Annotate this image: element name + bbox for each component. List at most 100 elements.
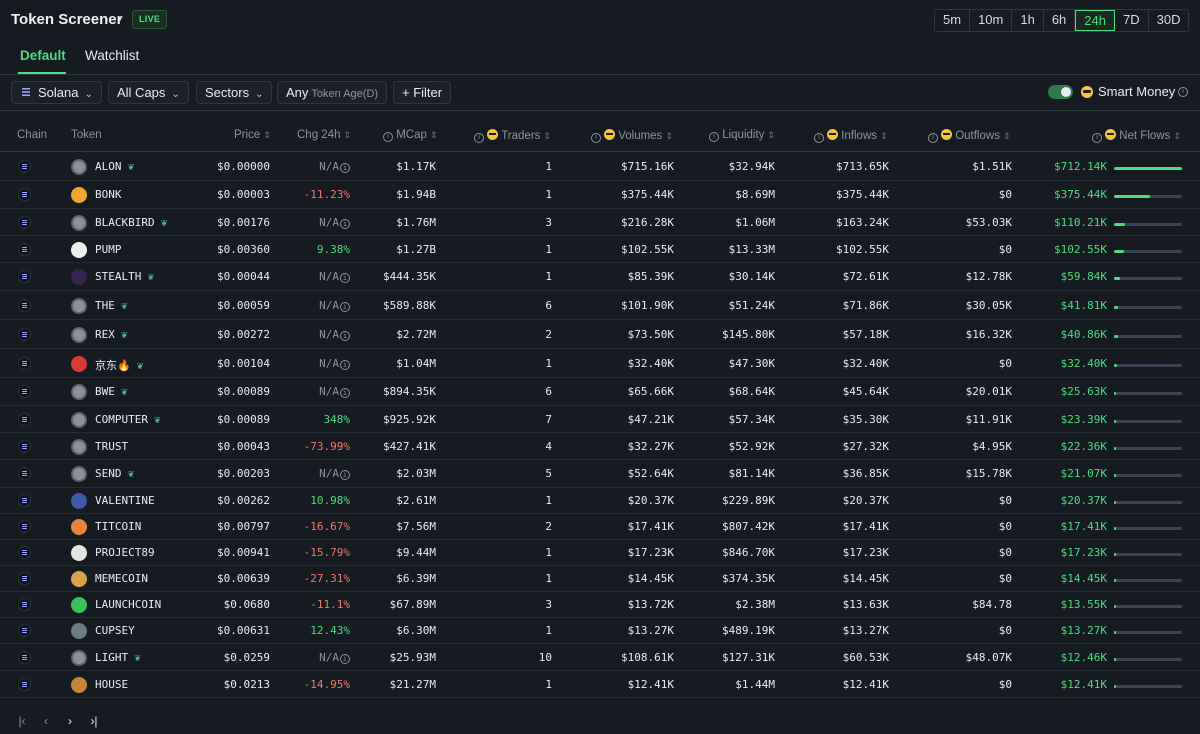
netflows-cell: $12.46K: [1060, 651, 1107, 664]
info-icon[interactable]: i: [1178, 87, 1188, 97]
token-name[interactable]: MEMECOIN: [95, 572, 148, 585]
token-name[interactable]: TRUST: [95, 440, 128, 453]
table-row[interactable]: 京东🔥 ❦ $0.00104 N/A i $1.04M 1 $32.40K $47.30K $32…: [0, 349, 1200, 378]
info-icon[interactable]: i: [340, 470, 350, 480]
outflows-cell: $0: [998, 572, 1012, 585]
last-page-icon[interactable]: ›|: [86, 713, 102, 729]
table-row[interactable]: BLACKBIRD ❦ $0.00176 N/A i $1.76M 3 $216.28K $1.…: [0, 209, 1200, 236]
token-name[interactable]: PUMP: [95, 243, 122, 256]
netflow-bar: [1114, 335, 1182, 338]
table-row[interactable]: THE ❦ $0.00059 N/A i $589.88K 6 $101.90K $51.24K…: [0, 291, 1200, 320]
column-header-liquidity[interactable]: i Liquidity ⇕: [709, 129, 775, 142]
table-row[interactable]: HOUSE $0.0213 -14.95% $21.27M 1 $12.41K $1.44M…: [0, 671, 1200, 698]
inflows-cell: $14.45K: [842, 572, 889, 585]
caps-dropdown[interactable]: All Caps ⌄: [108, 81, 189, 104]
token-name[interactable]: TITCOIN: [95, 520, 141, 533]
table-row[interactable]: MEMECOIN $0.00639 -27.31% $6.39M 1 $14.45K $37…: [0, 566, 1200, 592]
token-name[interactable]: HOUSE: [95, 678, 128, 691]
column-header-chg[interactable]: Chg 24h ⇕: [297, 129, 351, 141]
mcap-cell: $1.76M: [396, 216, 436, 229]
column-header-price[interactable]: Price ⇕: [234, 129, 271, 141]
token-name[interactable]: SEND ❦: [95, 467, 134, 480]
prev-page-icon[interactable]: ‹: [38, 713, 54, 729]
column-header-netflows[interactable]: i Net Flows ⇕: [1092, 129, 1181, 143]
table-row[interactable]: BONK $0.00003 -11.23% $1.94B 1 $375.44K $8.69M…: [0, 181, 1200, 209]
mcap-cell: $925.92K: [383, 413, 436, 426]
timeframe-7d[interactable]: 7D: [1115, 10, 1149, 31]
smart-money-icon: [1081, 86, 1093, 98]
token-name[interactable]: PROJECT89: [95, 546, 155, 559]
timeframe-24h[interactable]: 24h: [1075, 10, 1115, 31]
volumes-cell: $47.21K: [627, 413, 674, 426]
timeframe-6h[interactable]: 6h: [1044, 10, 1076, 31]
info-icon[interactable]: i: [340, 163, 350, 173]
info-icon[interactable]: i: [340, 388, 350, 398]
outflows-cell: $30.05K: [965, 299, 1012, 312]
info-icon[interactable]: i: [340, 273, 350, 283]
table-row[interactable]: ALON ❦ $0.00000 N/A i $1.17K 1 $715.16K $32.94K $…: [0, 153, 1200, 181]
table-row[interactable]: REX ❦ $0.00272 N/A i $2.72M 2 $73.50K $145.80K $5…: [0, 320, 1200, 349]
next-page-icon[interactable]: ›: [62, 713, 78, 729]
smart-money-icon: [487, 129, 499, 140]
smart-money-toggle[interactable]: [1048, 85, 1073, 99]
timeframe-10m[interactable]: 10m: [970, 10, 1013, 31]
table-row[interactable]: TITCOIN $0.00797 -16.67% $7.56M 2 $17.41K $807…: [0, 514, 1200, 540]
token-name[interactable]: LIGHT ❦: [95, 651, 141, 664]
netflow-bar: [1114, 685, 1182, 688]
token-name[interactable]: COMPUTER ❦: [95, 413, 161, 426]
page-title[interactable]: Token Screener: [11, 11, 122, 28]
info-icon[interactable]: i: [340, 360, 350, 370]
table-row[interactable]: TRUST $0.00043 -73.99% $427.41K 4 $32.27K $52.…: [0, 433, 1200, 460]
filter-button[interactable]: + Filter: [393, 81, 452, 104]
token-name[interactable]: THE ❦: [95, 299, 128, 312]
column-header-mcap[interactable]: i MCap ⇕: [383, 129, 437, 142]
timeframe-30d[interactable]: 30D: [1149, 10, 1189, 31]
table-row[interactable]: BWE ❦ $0.00089 N/A i $894.35K 6 $65.66K $68.64K $…: [0, 378, 1200, 406]
table-row[interactable]: STEALTH ❦ $0.00044 N/A i $444.35K 1 $85.39K $30.…: [0, 263, 1200, 291]
chevron-right-icon[interactable]: ›: [117, 10, 122, 27]
table-row[interactable]: LAUNCHCOIN $0.0680 -11.1% $67.89M 3 $13.72K $2…: [0, 592, 1200, 618]
table-row[interactable]: SEND ❦ $0.00203 N/A i $2.03M 5 $52.64K $81.14K $3…: [0, 460, 1200, 488]
info-icon[interactable]: i: [340, 219, 350, 229]
table-row[interactable]: PUMP $0.00360 9.38% $1.27B 1 $102.55K $13.33M $…: [0, 236, 1200, 263]
chain-dropdown[interactable]: Solana ⌄: [11, 81, 102, 104]
timeframe-5m[interactable]: 5m: [935, 10, 971, 31]
token-name[interactable]: LAUNCHCOIN: [95, 598, 161, 611]
column-header-volumes[interactable]: i Volumes ⇕: [591, 129, 673, 143]
token-logo-icon: [71, 623, 87, 639]
token-name[interactable]: BWE ❦: [95, 385, 128, 398]
netflows-cell: $375.44K: [1054, 188, 1107, 201]
token-name[interactable]: BLACKBIRD ❦: [95, 216, 167, 229]
token-logo-icon: [71, 597, 87, 613]
table-row[interactable]: CUPSEY $0.00631 12.43% $6.30M 1 $13.27K $489.1…: [0, 618, 1200, 644]
table-row[interactable]: PROJECT89 $0.00941 -15.79% $9.44M 1 $17.23K $8…: [0, 540, 1200, 566]
column-header-traders[interactable]: i Traders ⇕: [474, 129, 551, 143]
live-badge: LIVE: [132, 10, 168, 29]
token-logo-icon: [71, 519, 87, 535]
token-name[interactable]: REX ❦: [95, 328, 128, 341]
table-row[interactable]: COMPUTER ❦ $0.00089 348% $925.92K 7 $47.21K $57…: [0, 406, 1200, 433]
token-name[interactable]: STEALTH ❦: [95, 270, 154, 283]
change-value: 348%: [323, 413, 351, 426]
first-page-icon[interactable]: |‹: [14, 713, 30, 729]
column-header-inflows[interactable]: i Inflows ⇕: [814, 129, 888, 143]
info-icon[interactable]: i: [340, 654, 350, 664]
token-name[interactable]: 京东🔥 ❦: [95, 357, 143, 373]
token-name[interactable]: BONK: [95, 188, 122, 201]
info-icon[interactable]: i: [340, 331, 350, 341]
tab-default[interactable]: Default: [20, 48, 66, 63]
solana-icon: [18, 385, 31, 398]
column-header-outflows[interactable]: i Outflows ⇕: [928, 129, 1011, 143]
timeframe-1h[interactable]: 1h: [1012, 10, 1044, 31]
info-icon[interactable]: i: [340, 302, 350, 312]
info-icon: i: [928, 133, 938, 143]
tab-watchlist[interactable]: Watchlist: [85, 48, 139, 63]
token-name[interactable]: ALON ❦: [95, 160, 134, 173]
token-name[interactable]: VALENTINE: [95, 494, 155, 507]
table-row[interactable]: VALENTINE $0.00262 10.98% $2.61M 1 $20.37K $22…: [0, 488, 1200, 514]
change-24h-cell: 9.38%: [317, 243, 350, 256]
token-age-filter[interactable]: Any Token Age(D): [277, 81, 388, 104]
sectors-dropdown[interactable]: Sectors ⌄: [196, 81, 273, 104]
table-row[interactable]: LIGHT ❦ $0.0259 N/A i $25.93M 10 $108.61K $127.3…: [0, 644, 1200, 671]
token-name[interactable]: CUPSEY: [95, 624, 135, 637]
